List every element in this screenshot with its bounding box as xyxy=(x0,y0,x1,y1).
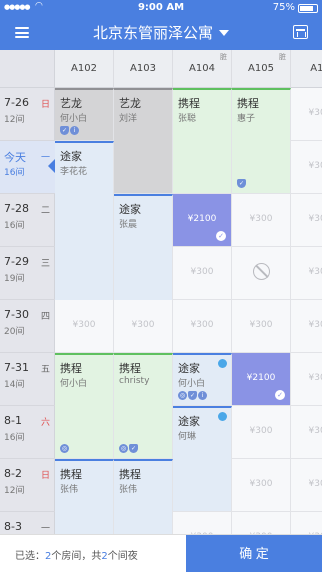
date-row[interactable]: 7-26 日 12间 xyxy=(0,88,55,141)
room-header-a104[interactable]: 脏 A104 xyxy=(173,50,232,88)
date-column: 7-26 日 12间 今天一 16间 7-28 二 16间 7-29 三 19间 7-30 四 2… xyxy=(0,88,55,534)
booking-cell[interactable]: 携程 张伟 xyxy=(55,459,114,534)
price-cell[interactable]: ¥300 xyxy=(291,512,322,534)
price-cell[interactable]: ¥300 xyxy=(291,459,322,512)
room-header-a105[interactable]: 脏 A105 xyxy=(232,50,291,88)
shield-icon: ✓ xyxy=(237,179,246,188)
check-icon: ✓ xyxy=(216,231,226,241)
blocked-cell[interactable] xyxy=(232,247,291,300)
status-bar: ●●●●● ◠ 9:00 AM 75% xyxy=(0,0,322,16)
price-cell[interactable]: ¥300 xyxy=(291,88,322,141)
date-row[interactable]: 7-29 三 19间 xyxy=(0,247,55,300)
date-row[interactable]: 7-30 四 20间 xyxy=(0,300,55,353)
grid-corner xyxy=(0,50,55,88)
info-icon: ◎ xyxy=(60,444,69,453)
info-icon: i xyxy=(70,126,79,135)
page-title: 北京东管丽泽公寓 xyxy=(92,24,213,42)
selected-price-cell[interactable]: ¥2100 ✓ xyxy=(232,353,291,406)
room-header-a103[interactable]: A103 xyxy=(114,50,173,88)
info-icon: ◎ xyxy=(178,391,187,400)
shield-icon: ✓ xyxy=(60,126,69,135)
booking-cell[interactable]: 艺龙 何小白 ✓ i xyxy=(55,88,114,141)
price-cell[interactable]: ¥300 xyxy=(173,247,232,300)
shield-icon: ✓ xyxy=(129,444,138,453)
battery-icon xyxy=(298,4,318,13)
booking-cell[interactable]: 携程 christy ◎ ✓ xyxy=(114,353,173,459)
price-cell[interactable]: ¥300 xyxy=(173,512,232,534)
price-cell[interactable]: ¥300 xyxy=(291,194,322,247)
price-cell[interactable]: ¥300 xyxy=(55,300,114,353)
date-row[interactable]: 8-1 六 16间 xyxy=(0,406,55,459)
booking-cell[interactable]: 携程 张聪 xyxy=(173,88,232,194)
today-marker-icon xyxy=(48,159,55,173)
room-header-a102[interactable]: A102 xyxy=(55,50,114,88)
calendar-icon[interactable] xyxy=(293,25,308,39)
price-cell[interactable]: ¥300 xyxy=(232,512,291,534)
price-cell[interactable]: ¥300 xyxy=(291,247,322,300)
booking-cell[interactable]: 携程 惠子 ✓ xyxy=(232,88,291,194)
booking-cell[interactable]: 艺龙 刘洋 xyxy=(114,88,173,194)
booking-cell[interactable]: 携程 何小白 ◎ xyxy=(55,353,114,459)
room-calendar-grid: A102 A103 脏A104 脏A105 A10 7-26日12间 今天一16… xyxy=(0,50,322,534)
check-icon: ✓ xyxy=(275,390,285,400)
shield-icon: ✓ xyxy=(188,391,197,400)
selected-price-cell[interactable]: ¥2100 ✓ xyxy=(173,194,232,247)
clock-icon xyxy=(218,412,227,421)
battery-percent: 75% xyxy=(272,2,295,13)
price-cell[interactable]: ¥300 xyxy=(173,300,232,353)
selection-footer: 已选：2个房间，共2个间夜 确 定 xyxy=(0,534,322,572)
price-cell[interactable]: ¥300 xyxy=(232,194,291,247)
booking-cell[interactable]: 途家 何小白 ◎ ✓ i xyxy=(173,353,232,406)
app-header: ●●●●● ◠ 9:00 AM 75% 北京东管丽泽公寓 xyxy=(0,0,322,50)
date-row[interactable]: 8-2 日 12间 xyxy=(0,459,55,512)
price-cell[interactable]: ¥300 xyxy=(291,141,322,194)
selection-summary: 已选：2个房间，共2个间夜 xyxy=(15,551,138,562)
blocked-icon xyxy=(253,263,270,280)
date-row[interactable]: 8-3 一 xyxy=(0,512,55,534)
dirty-tag: 脏 xyxy=(220,53,227,61)
price-cell[interactable]: ¥300 xyxy=(232,406,291,459)
date-row-today[interactable]: 今天一 16间 xyxy=(0,141,55,194)
info-icon: i xyxy=(198,391,207,400)
property-selector[interactable]: 北京东管丽泽公寓 xyxy=(0,22,322,43)
confirm-button[interactable]: 确 定 xyxy=(186,535,322,572)
price-cell[interactable]: ¥300 xyxy=(232,459,291,512)
date-row[interactable]: 7-28 二 16间 xyxy=(0,194,55,247)
price-cell[interactable]: ¥300 xyxy=(291,300,322,353)
booking-cell[interactable]: 携程 张伟 xyxy=(114,459,173,534)
info-icon: ◎ xyxy=(119,444,128,453)
caret-down-icon xyxy=(219,30,229,36)
price-cell[interactable]: ¥300 xyxy=(114,300,173,353)
date-row[interactable]: 7-31 五 14间 xyxy=(0,353,55,406)
clock-icon xyxy=(218,359,227,368)
price-cell[interactable]: ¥300 xyxy=(232,300,291,353)
booking-cell[interactable]: 途家 何琳 xyxy=(173,406,232,512)
price-cell[interactable]: ¥300 xyxy=(291,353,322,406)
price-cell[interactable]: ¥300 xyxy=(291,406,322,459)
dirty-tag: 脏 xyxy=(279,53,286,61)
room-header-a106[interactable]: A10 xyxy=(291,50,322,88)
